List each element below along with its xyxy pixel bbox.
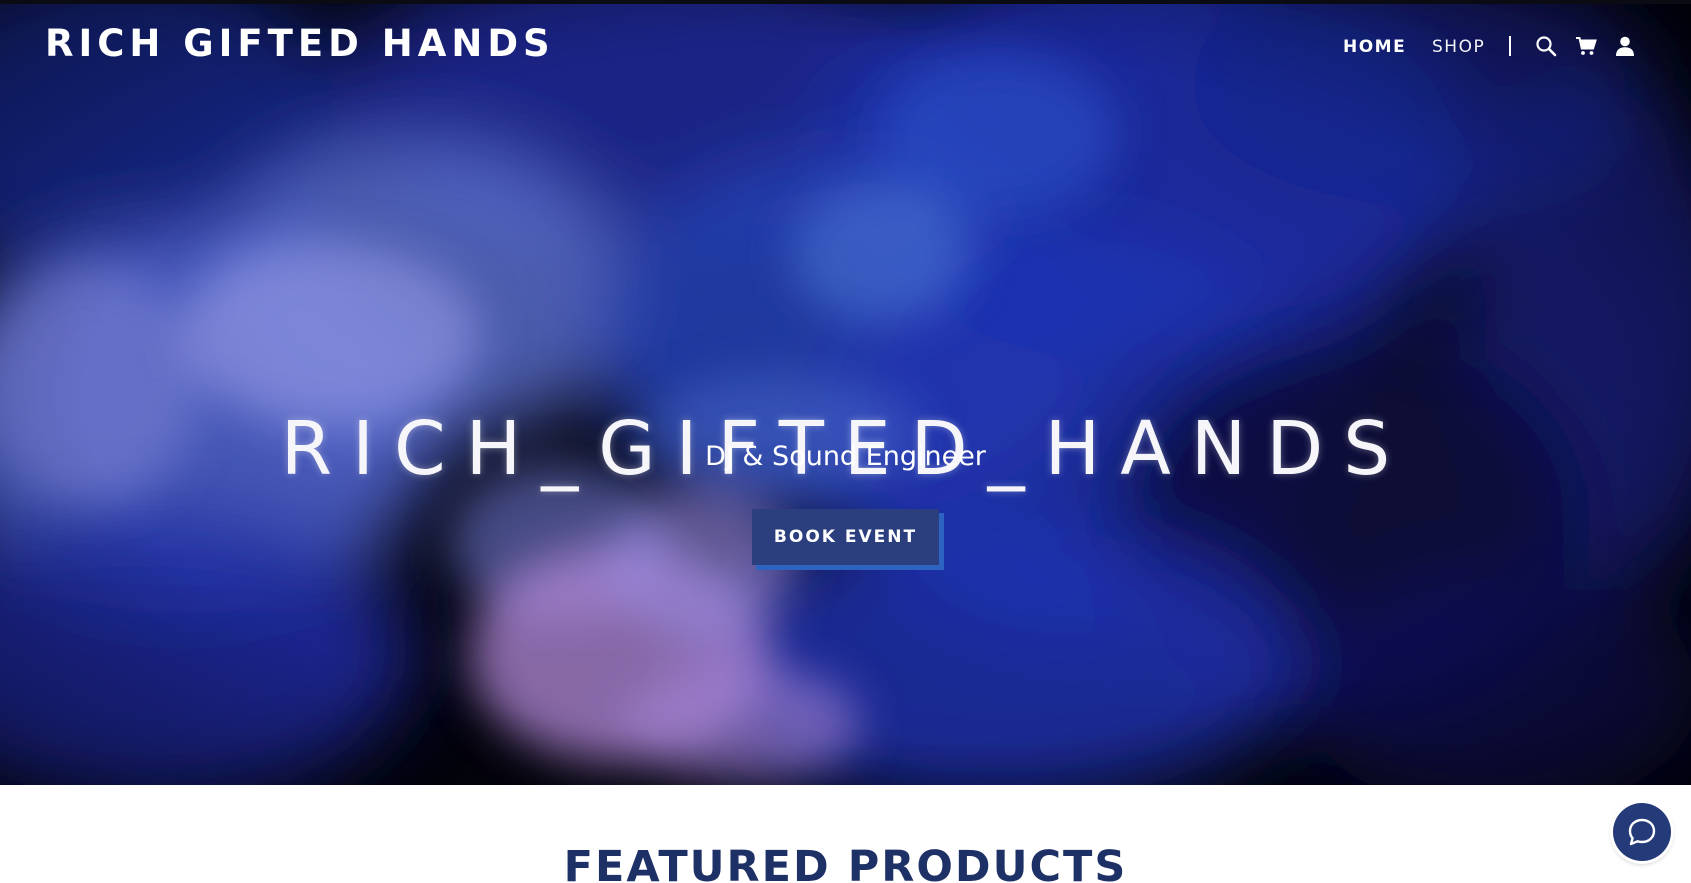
nav-home[interactable]: HOME [1343, 37, 1406, 57]
book-event-button[interactable]: BOOK EVENT [752, 509, 939, 565]
nav-divider [1509, 36, 1511, 56]
chat-button[interactable] [1613, 803, 1671, 861]
featured-products-heading: FEATURED PRODUCTS [563, 842, 1128, 883]
cart-icon[interactable] [1575, 35, 1597, 57]
account-icon[interactable] [1614, 35, 1636, 57]
hero-banner [0, 4, 1691, 785]
nav-shop[interactable]: SHOP [1432, 37, 1485, 57]
hero-background-smoke [0, 4, 1691, 785]
search-icon[interactable] [1535, 35, 1557, 57]
page: RICH GIFTED HANDS HOME SHOP RICH_GIFTED_… [0, 0, 1691, 883]
chat-bubble-icon [1628, 818, 1656, 846]
site-header: RICH GIFTED HANDS HOME SHOP [0, 4, 1691, 80]
site-logo[interactable]: RICH GIFTED HANDS [45, 22, 555, 65]
hero-subtitle: DJ & Sound Engineer [705, 441, 986, 472]
